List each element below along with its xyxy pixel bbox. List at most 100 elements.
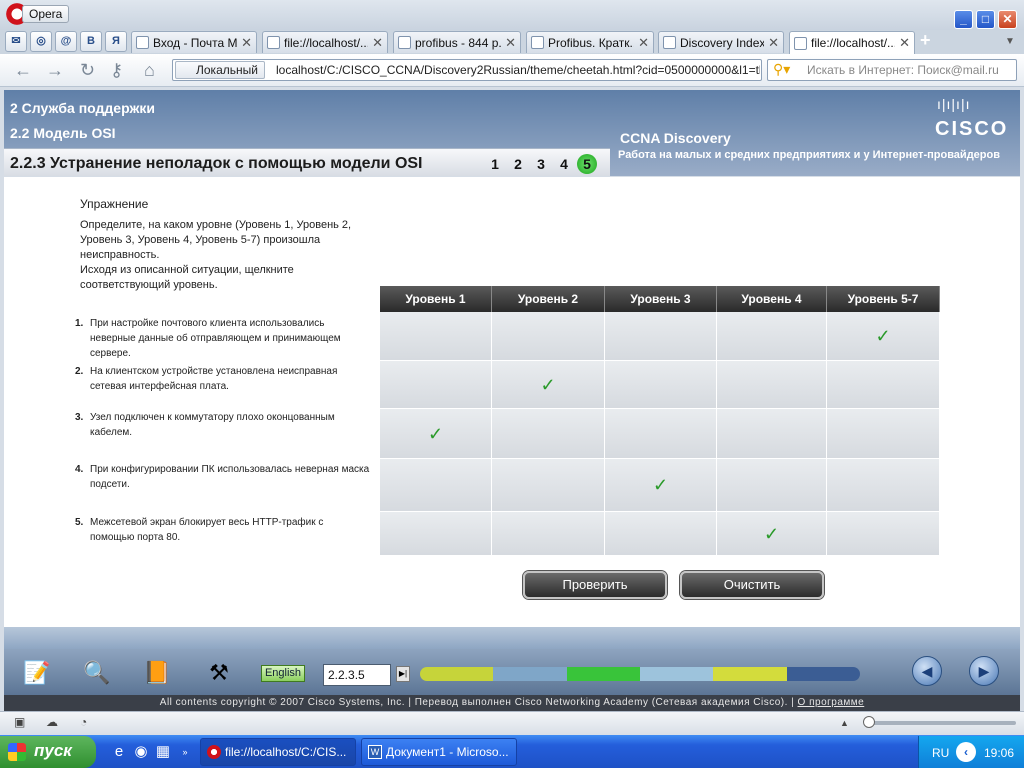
speed-dial-icon[interactable]: ◔	[80, 715, 87, 729]
tab-mail[interactable]: Вход - Почта М...✕	[131, 31, 257, 53]
page-number-input[interactable]: 2.2.3.5	[323, 664, 391, 686]
opera-icon[interactable]: ◎	[30, 31, 52, 52]
zoom-slider[interactable]	[868, 721, 1016, 725]
key-icon[interactable]: ⚷	[110, 60, 123, 80]
grid-cell-q1-level-2[interactable]	[492, 312, 605, 361]
grid-cell-q3-level-2[interactable]	[492, 409, 605, 459]
language-indicator[interactable]: RU	[932, 746, 949, 760]
close-tab-icon[interactable]: ✕	[768, 33, 779, 53]
close-tab-icon[interactable]: ✕	[638, 33, 649, 53]
clear-button[interactable]: Очистить	[680, 571, 824, 599]
grid-cell-q2-level-3[interactable]	[605, 361, 717, 409]
progress-segment[interactable]	[566, 667, 640, 681]
tab-profibus-search[interactable]: profibus - 844 р... ✕	[393, 31, 521, 53]
new-tab-button[interactable]: +	[920, 30, 931, 50]
next-page-button[interactable]: ▶	[969, 656, 999, 686]
page-link-2[interactable]: 2	[508, 154, 528, 174]
tab-file-active[interactable]: file://localhost/... ✕	[789, 31, 915, 54]
panel-toggle-icon[interactable]: ▣	[14, 715, 25, 729]
page-link-3[interactable]: 3	[531, 154, 551, 174]
check-button[interactable]: Проверить	[523, 571, 667, 599]
grid-cell-q1-level-4[interactable]	[717, 312, 827, 361]
about-link[interactable]: О программе	[798, 697, 865, 708]
magnifier-icon[interactable]: 🔍	[72, 657, 122, 689]
tab-list-chevron-down-icon[interactable]: ▼	[1005, 36, 1015, 47]
minimize-button[interactable]: _	[954, 10, 973, 29]
mail-icon[interactable]: ✉	[5, 31, 27, 52]
vk-icon[interactable]: В	[80, 31, 102, 52]
grid-cell-q5-level-5[interactable]	[827, 512, 940, 556]
progress-segment[interactable]	[713, 667, 787, 681]
page-link-4[interactable]: 4	[554, 154, 574, 174]
chrome-icon[interactable]: ◉	[132, 743, 150, 761]
grid-cell-q1-level-3[interactable]	[605, 312, 717, 361]
grid-cell-q4-level-1[interactable]	[380, 459, 492, 512]
book-icon[interactable]: 📙	[132, 657, 182, 689]
grid-cell-q2-level-1[interactable]	[380, 361, 492, 409]
grid-cell-q3-level-1[interactable]: ✓	[380, 409, 492, 459]
ie-icon[interactable]: e	[110, 743, 128, 761]
question-number: 2.	[75, 366, 84, 377]
window-titlebar[interactable]	[0, 0, 1024, 30]
close-tab-icon[interactable]: ✕	[505, 33, 516, 53]
grid-cell-q5-level-4[interactable]: ✓	[717, 512, 827, 556]
tools-icon[interactable]: ⚒	[194, 657, 244, 689]
progress-segment[interactable]	[420, 667, 494, 681]
maximize-button[interactable]: □	[976, 10, 995, 29]
grid-cell-q2-level-2[interactable]: ✓	[492, 361, 605, 409]
check-mark-icon: ✓	[875, 326, 891, 346]
tab-profibus[interactable]: Profibus. Кратк... ✕	[526, 31, 654, 53]
search-engine-icon[interactable]: ⚲▾	[773, 61, 790, 78]
close-tab-icon[interactable]: ✕	[899, 33, 910, 53]
tab-file-1[interactable]: file://localhost/... ✕	[262, 31, 388, 53]
taskbar-item-word[interactable]: Документ1 - Microso...	[361, 738, 517, 766]
grid-cell-q1-level-5[interactable]: ✓	[827, 312, 940, 361]
grid-cell-q3-level-3[interactable]	[605, 409, 717, 459]
course-progress-bar[interactable]	[420, 667, 860, 681]
language-button[interactable]: English	[261, 665, 305, 682]
address-url[interactable]: localhost/C:/CISCO_CCNA/Discovery2Russia…	[276, 63, 760, 77]
page-link-5-active[interactable]: 5	[577, 154, 597, 174]
grid-cell-q4-level-2[interactable]	[492, 459, 605, 512]
grid-cell-q4-level-3[interactable]: ✓	[605, 459, 717, 512]
progress-segment[interactable]	[493, 667, 567, 681]
opera-menu-button[interactable]: Opera	[22, 5, 70, 23]
zoom-slider-handle[interactable]	[863, 716, 875, 728]
cloud-icon[interactable]: ☁	[46, 715, 58, 729]
page-link-1[interactable]: 1	[485, 154, 505, 174]
progress-segment[interactable]	[786, 667, 860, 681]
previous-page-button[interactable]: ◀	[912, 656, 942, 686]
back-arrow-icon[interactable]: ←	[14, 60, 32, 80]
reload-icon[interactable]: ↻	[80, 60, 95, 80]
grid-cell-q3-level-4[interactable]	[717, 409, 827, 459]
grid-cell-q2-level-4[interactable]	[717, 361, 827, 409]
windows-flag-icon	[8, 743, 26, 761]
grid-cell-q4-level-4[interactable]	[717, 459, 827, 512]
tab-discovery-index[interactable]: Discovery Index ✕	[658, 31, 784, 53]
quicklaunch-expand-icon[interactable]: »	[176, 743, 194, 761]
home-icon[interactable]: ⌂	[144, 60, 155, 80]
column-header-level-1: Уровень 1	[380, 286, 492, 312]
progress-segment[interactable]	[639, 667, 714, 681]
grid-cell-q5-level-2[interactable]	[492, 512, 605, 556]
grid-cell-q2-level-5[interactable]	[827, 361, 940, 409]
tray-app-icon[interactable]: ‹	[956, 742, 976, 762]
yandex-icon[interactable]: Я	[105, 31, 127, 52]
forward-arrow-icon[interactable]: →	[46, 60, 64, 80]
grid-cell-q3-level-5[interactable]	[827, 409, 940, 459]
grid-cell-q4-level-5[interactable]	[827, 459, 940, 512]
grid-cell-q5-level-1[interactable]	[380, 512, 492, 556]
mailru-icon[interactable]: @	[55, 31, 77, 52]
media-icon[interactable]: ▦	[154, 743, 172, 761]
grid-cell-q5-level-3[interactable]	[605, 512, 717, 556]
close-tab-icon[interactable]: ✕	[372, 33, 383, 53]
page-icon	[136, 36, 149, 49]
close-window-button[interactable]: ✕	[998, 10, 1017, 29]
local-badge[interactable]: Локальный	[175, 61, 265, 79]
close-tab-icon[interactable]: ✕	[241, 33, 252, 53]
notes-icon[interactable]: 📝	[12, 657, 62, 689]
go-to-page-button[interactable]: ▶|	[396, 666, 410, 682]
grid-cell-q1-level-1[interactable]	[380, 312, 492, 361]
zoom-up-arrow-icon[interactable]: ▲	[840, 718, 849, 728]
taskbar-item-opera[interactable]: file://localhost/C:/CIS...	[200, 738, 356, 766]
